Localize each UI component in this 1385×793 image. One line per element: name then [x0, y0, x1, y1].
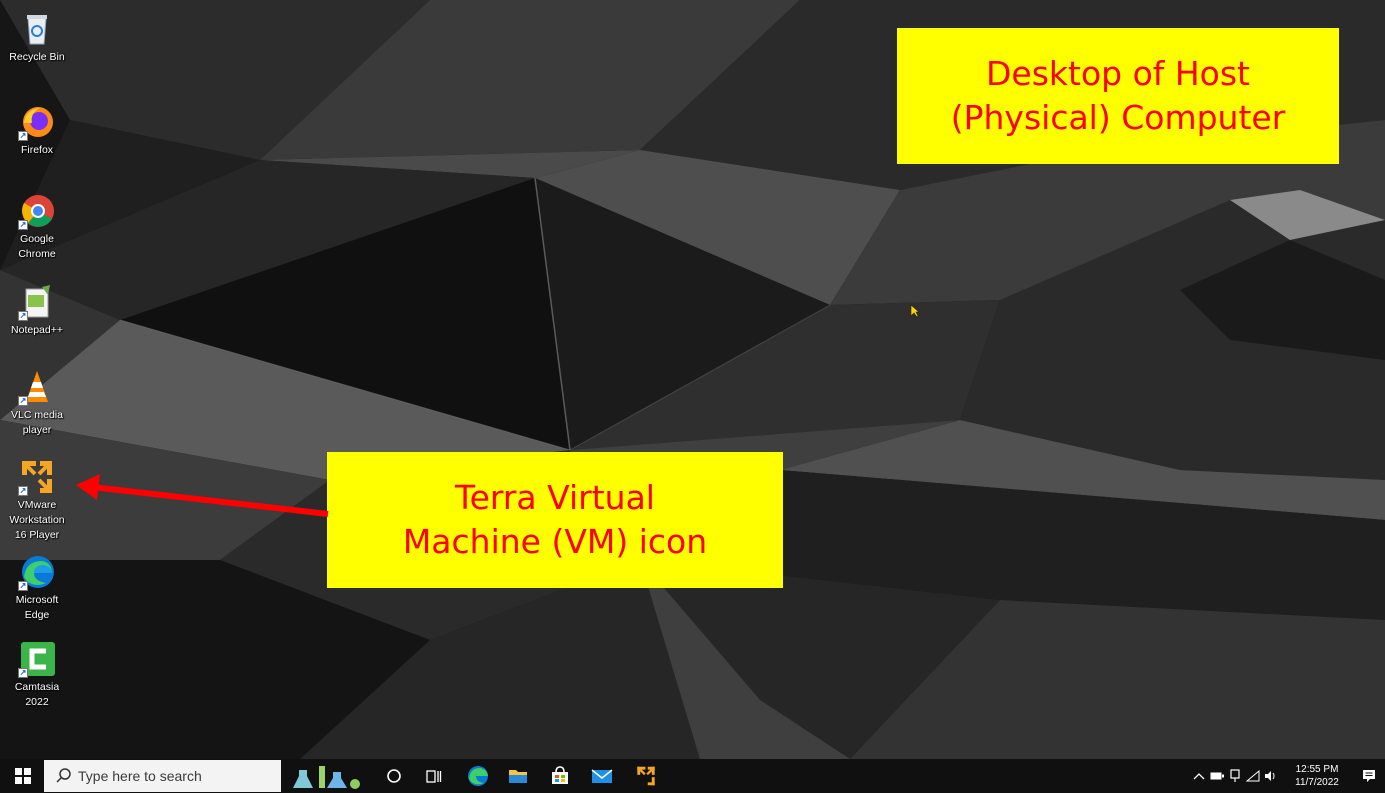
- clock-time: 12:55 PM: [1295, 764, 1339, 775]
- vmware-icon: ↗: [18, 458, 56, 496]
- vm-icon-callout: Terra Virtual Machine (VM) icon: [327, 452, 783, 588]
- shortcut-arrow-icon: ↗: [18, 581, 28, 591]
- pointer-arrow: [76, 474, 329, 517]
- cortana-icon: [387, 769, 401, 783]
- desktop-icon-google-chrome[interactable]: ↗ Google Chrome: [2, 192, 72, 262]
- desktop-icon-vlc-media-player[interactable]: ↗ VLC media player: [2, 368, 72, 438]
- desktop-icon-label: Recycle Bin: [9, 51, 65, 63]
- callout-line: Machine (VM) icon: [402, 522, 708, 561]
- desktop-icon-label-line: Workstation: [9, 514, 65, 526]
- search-placeholder: Type here to search: [78, 768, 202, 784]
- chrome-icon: ↗: [18, 192, 56, 230]
- shortcut-arrow-icon: ↗: [18, 396, 28, 406]
- shortcut-arrow-icon: ↗: [18, 486, 28, 496]
- callout-line: Desktop of Host: [985, 54, 1251, 93]
- host-desktop-callout: Desktop of Host (Physical) Computer: [897, 28, 1339, 164]
- desktop-icon-label-line: Chrome: [18, 248, 56, 260]
- file-explorer-icon: [509, 770, 527, 783]
- desktop-icon-recycle-bin[interactable]: Recycle Bin: [2, 10, 72, 65]
- desktop-icon-label-line: 2022: [25, 696, 49, 708]
- desktop-icon-camtasia[interactable]: ↗ Camtasia 2022: [2, 640, 72, 710]
- desktop-icon-label-line: VMware: [17, 499, 57, 511]
- volume-icon: [1265, 771, 1275, 781]
- desktop-icon-label-line: 16 Player: [14, 529, 60, 541]
- wifi-button[interactable]: [1244, 759, 1262, 793]
- battery-button[interactable]: [1208, 759, 1226, 793]
- volume-button[interactable]: [1262, 759, 1280, 793]
- network-button[interactable]: [1226, 759, 1244, 793]
- vmware-icon: [637, 766, 655, 786]
- action-center-button[interactable]: [1356, 759, 1382, 793]
- task-view-icon: [426, 770, 442, 783]
- taskbar-file-explorer-button[interactable]: [498, 759, 538, 793]
- desktop-screen: Recycle Bin ↗ Firefox ↗ Google Chrome ↗ …: [0, 0, 1385, 793]
- taskbar-edge-button[interactable]: [458, 759, 498, 793]
- taskbar-mail-button[interactable]: [582, 759, 622, 793]
- edge-icon: [468, 766, 488, 786]
- shortcut-arrow-icon: ↗: [18, 668, 28, 678]
- desktop-icon-label-line: Google: [20, 233, 54, 245]
- firefox-icon: ↗: [18, 103, 56, 141]
- clock-date: 11/7/2022: [1295, 777, 1339, 788]
- search-icon: [56, 768, 71, 783]
- search-highlights-graphic[interactable]: [290, 759, 366, 793]
- desktop-icon-vmware-workstation-player[interactable]: ↗ VMware Workstation 16 Player: [2, 458, 72, 543]
- clock-button[interactable]: 12:55 PM 11/7/2022: [1286, 759, 1348, 793]
- desktop-icon-label-line: Camtasia: [14, 681, 60, 693]
- battery-icon: [1210, 772, 1224, 780]
- mouse-cursor-icon: [910, 304, 920, 318]
- show-hidden-icons-button[interactable]: [1190, 759, 1208, 793]
- taskbar-vmware-button[interactable]: [626, 759, 666, 793]
- cortana-button[interactable]: [374, 759, 414, 793]
- task-view-button[interactable]: [414, 759, 454, 793]
- chevron-up-icon: [1193, 773, 1205, 780]
- recycle-bin-icon: [18, 10, 56, 48]
- camtasia-icon: ↗: [18, 640, 56, 678]
- start-icon: [15, 768, 31, 784]
- desktop-icon-label-line: player: [22, 424, 52, 436]
- taskbar-store-button[interactable]: [540, 759, 580, 793]
- callout-line: Terra Virtual: [455, 478, 655, 517]
- science-flasks-icon: [293, 766, 360, 789]
- desktop-icon-label: Notepad++: [11, 324, 63, 336]
- network-icon: [1230, 769, 1240, 782]
- desktop-icon-label-line: VLC media: [11, 409, 63, 421]
- desktop-icon-label: Firefox: [20, 144, 54, 156]
- notification-icon: [1363, 770, 1375, 782]
- store-icon: [552, 766, 568, 784]
- desktop-icon-notepad-plus-plus[interactable]: ↗ Notepad++: [2, 283, 72, 338]
- desktop-icon-label-line: Microsoft: [15, 594, 59, 606]
- notepad-plus-plus-icon: ↗: [18, 283, 56, 321]
- shortcut-arrow-icon: ↗: [18, 131, 28, 141]
- vlc-cone-icon: ↗: [18, 368, 56, 406]
- desktop-icon-label-line: Edge: [24, 609, 50, 621]
- shortcut-arrow-icon: ↗: [18, 311, 28, 321]
- mail-icon: [591, 769, 613, 783]
- taskbar: Type here to search 12:55 PM 11/7/2022: [0, 759, 1385, 793]
- callout-line: (Physical) Computer: [950, 98, 1286, 137]
- shortcut-arrow-icon: ↗: [18, 220, 28, 230]
- edge-icon: ↗: [18, 553, 56, 591]
- desktop-icon-firefox[interactable]: ↗ Firefox: [2, 103, 72, 158]
- start-button[interactable]: [8, 759, 38, 793]
- taskbar-search-box[interactable]: Type here to search: [44, 760, 281, 792]
- desktop-icon-microsoft-edge[interactable]: ↗ Microsoft Edge: [2, 553, 72, 623]
- wifi-icon: [1246, 770, 1260, 782]
